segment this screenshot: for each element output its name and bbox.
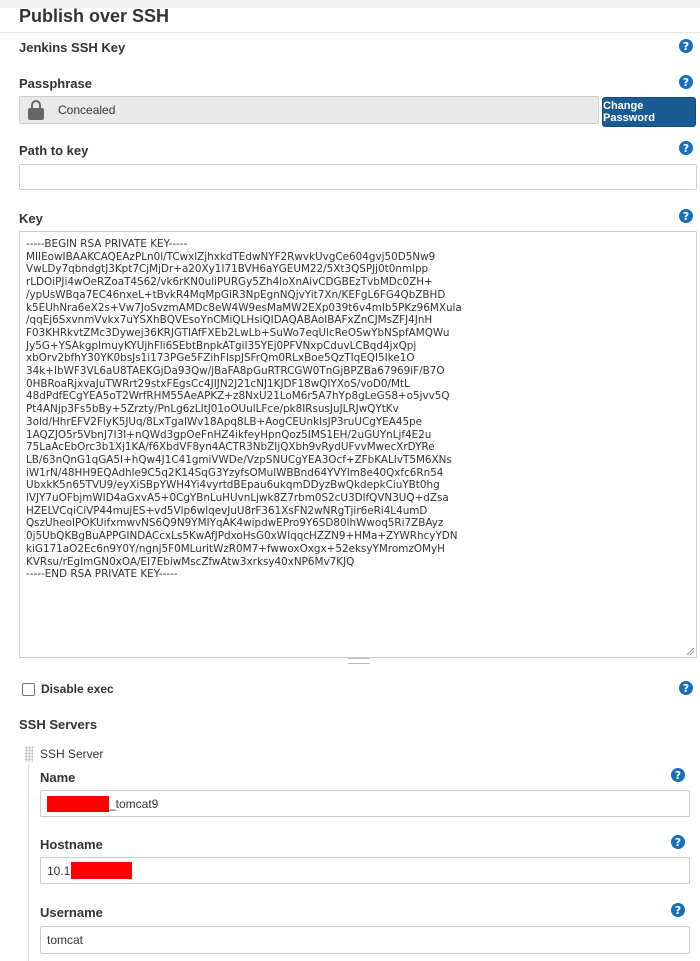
- hostname-input[interactable]: 10.1: [40, 857, 690, 884]
- key-line: F03KHRkvtZMc3Dywej36KRJGTIAfFXEb2LwLb+Su…: [26, 326, 450, 339]
- section-divider: [0, 32, 700, 33]
- username-input[interactable]: tomcat: [40, 926, 690, 954]
- key-line: MIIEowIBAAKCAQEAzPLn0l/TCwxlZjhxkdTEdwNY…: [26, 250, 436, 263]
- key-line: HZELVCqiCiVP44mujES+vd5Vlp6wlqevJuU8rF36…: [26, 504, 428, 517]
- key-line: 1AQZJO5r5VbnJ7I3I+nQWd3gpOeFnHZ4ikfeyHpn…: [26, 428, 432, 441]
- key-line: lVJY7uOFbjmWID4aGxvA5+0CgYBnLuHUvnLjwk8Z…: [26, 492, 449, 505]
- disable-exec-label: Disable exec: [41, 682, 114, 696]
- key-line: 3old/HhrEFV2FlyK5JUq/8LxTgaIWv18Apq8LB+A…: [26, 415, 423, 428]
- jenkins-ssh-key-label: Jenkins SSH Key: [19, 40, 126, 55]
- lock-icon: [28, 100, 44, 120]
- name-input[interactable]: _tomcat9: [40, 790, 690, 817]
- key-line: Pt4ANjp3Fs5bBy+5Zrzty/PnLg6zLItJ01oOUulL…: [26, 403, 399, 416]
- key-line: LB/63nQnG1qGA5I+hQw4J1C41gmiVWDe/VzpSNUC…: [26, 453, 452, 466]
- key-line: 0HBRoaRjxvaJuTWRrt29stxFEgsCc4JIJN2J21cN…: [26, 377, 410, 390]
- section-title: Publish over SSH: [19, 6, 170, 26]
- key-line: rLDOiPJi4wOeRZoaT4S62/vk6rKN0uliPURGy5Zh…: [26, 276, 433, 289]
- resize-handle-icon[interactable]: [687, 648, 694, 655]
- hostname-value: 10.1: [47, 863, 71, 878]
- name-help-icon[interactable]: ?: [671, 768, 685, 782]
- change-password-button[interactable]: Change Password: [602, 97, 696, 127]
- key-line: xbOrv2bfhY30YK0bsJs1i173PGe5FZihFIspJSFr…: [26, 352, 415, 365]
- key-line: KVRsu/rEgImGN0xOA/EI7EbiwMscZfwAtw3xrksy…: [26, 555, 355, 568]
- path-to-key-label: Path to key: [19, 143, 89, 158]
- name-label: Name: [40, 770, 76, 785]
- hostname-help-icon[interactable]: ?: [671, 835, 685, 849]
- key-line: 34k+IbWF3VL6aU8TAEKGjDa93Qw/jBaFA8pGuRTR…: [26, 365, 445, 378]
- textarea-grip-icon[interactable]: [348, 658, 370, 664]
- key-line: QszUheoIPOKUifxmwvNS6Q9N9YMIYqAK4wipdwEP…: [26, 517, 444, 530]
- ssh-server-group-border: [28, 764, 29, 961]
- path-to-key-help-icon[interactable]: ?: [679, 141, 693, 155]
- name-redaction: [47, 795, 109, 812]
- key-line: /ypUsWBqa7EC46nxeL+tBvkR4MqMpGiR3NpEgnNQ…: [26, 288, 446, 301]
- path-to-key-input[interactable]: [19, 164, 697, 190]
- hostname-redaction: [71, 862, 133, 879]
- passphrase-concealed-text: Concealed: [58, 103, 116, 117]
- key-line: Jy5G+YSAkgpImuyKYUjhFli6SEbtBnpkATgiI35Y…: [26, 339, 417, 352]
- hostname-label: Hostname: [40, 837, 103, 852]
- name-value: _tomcat9: [109, 796, 159, 811]
- key-line: -----BEGIN RSA PRIVATE KEY-----: [26, 238, 188, 250]
- key-line: k5EUhNra6eX2s+Vw7JoSvzmAMDc8eW4W9esMaMW2…: [26, 301, 462, 314]
- key-label: Key: [19, 211, 43, 226]
- key-line: iW1rN/48HH9EQAdhle9C5q2K14SqG3YzyfsOMulW…: [26, 466, 444, 479]
- key-line: 75LaAcEbOrc3b1Xj1KA/f6XbdVF8yn4ACTR3NbZI…: [26, 441, 435, 454]
- drag-handle-icon[interactable]: [25, 746, 33, 762]
- key-line: 0j5UbQKBgBuAPPGINDACcxLs5KwAfJPdxoHsG0xW…: [26, 530, 458, 543]
- username-help-icon[interactable]: ?: [671, 903, 685, 917]
- ssh-servers-label: SSH Servers: [19, 717, 98, 732]
- passphrase-label: Passphrase: [19, 76, 92, 91]
- key-line: UbxkK5n65TVU9/eyXiSBpYWH4Yi4vyrtdBEpau6u…: [26, 479, 440, 492]
- key-line: VwLDy7qbndgtJ3Kpt7CjMjDr+a20Xy1I71BVH6aY…: [26, 263, 429, 276]
- key-line: /qqEj6SxvnmVvkx7uYSXhBQVEsoYnCMiQLHsiQID…: [26, 314, 433, 327]
- key-line: 48dPdfECgYEA5oT2WrfRHM55AeAPKZ+z8NxU21Lo…: [26, 390, 450, 403]
- passphrase-concealed-field: Concealed: [19, 96, 599, 124]
- jenkins-ssh-key-help-icon[interactable]: ?: [679, 39, 693, 53]
- ssh-server-header: SSH Server: [40, 747, 104, 761]
- passphrase-help-icon[interactable]: ?: [679, 75, 693, 89]
- key-line: kiG171aO2Ec6n9Y0Y/ngnj5F0MLuritWzR0M7+fw…: [26, 542, 445, 555]
- key-line: -----END RSA PRIVATE KEY-----: [26, 568, 178, 581]
- key-text: -----BEGIN RSA PRIVATE KEY----- MIIEowIBA…: [20, 232, 696, 581]
- disable-exec-help-icon[interactable]: ?: [679, 681, 693, 695]
- key-textarea[interactable]: -----BEGIN RSA PRIVATE KEY----- MIIEowIBA…: [19, 231, 697, 658]
- key-help-icon[interactable]: ?: [679, 209, 693, 223]
- disable-exec-checkbox[interactable]: [22, 683, 35, 696]
- username-label: Username: [40, 905, 103, 920]
